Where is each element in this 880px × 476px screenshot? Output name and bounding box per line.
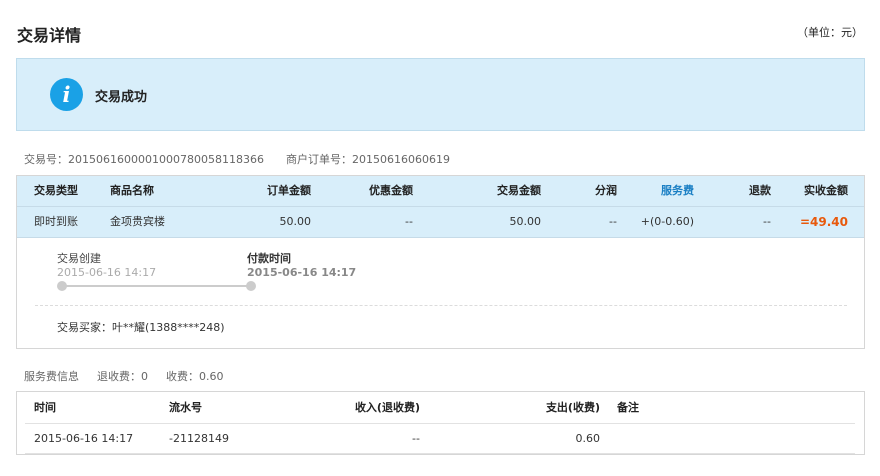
status-banner: i 交易成功 [16, 58, 865, 131]
col-header-type: 交易类型 [34, 184, 78, 197]
cell-income: -- [412, 432, 420, 445]
timeline-step-label: 付款时间 [247, 252, 291, 265]
col-header-service-fee[interactable]: 服务费 [627, 176, 694, 206]
buyer-info: 交易买家：叶**耀(1388****248) [57, 321, 225, 334]
cell-type: 即时到账 [34, 215, 78, 228]
page-title: 交易详情 [17, 26, 82, 45]
timeline-step-label: 交易创建 [57, 252, 101, 265]
col-header-serial: 流水号 [169, 401, 202, 414]
timeline-track [62, 285, 252, 287]
charge-fee: 收费：0.60 [166, 370, 224, 383]
col-header-profit-share: 分润 [595, 184, 617, 197]
col-header-income: 收入(退收费) [354, 401, 420, 414]
merchant-order-number: 商户订单号：20150616060619 [285, 153, 450, 166]
col-header-time: 时间 [34, 401, 56, 414]
divider [35, 305, 847, 306]
cell-time: 2015-06-16 14:17 [34, 432, 134, 445]
order-table-header: 交易类型 商品名称 订单金额 优惠金额 交易金额 分润 服务费 退款 实收金额 [17, 176, 864, 207]
col-header-trade-amount: 交易金额 [497, 184, 541, 197]
timeline-step-time: 2015-06-16 14:17 [57, 266, 157, 279]
table-row: 即时到账 金项贵宾楼 50.00 -- 50.00 -- +(0-0.60) -… [17, 207, 864, 238]
status-text: 交易成功 [95, 90, 148, 105]
fee-info-label: 服务费信息 [24, 370, 79, 383]
col-header-discount: 优惠金额 [369, 184, 413, 197]
cell-serial: -21128149 [169, 432, 229, 445]
col-header-order-amount: 订单金额 [267, 184, 311, 197]
trade-number: 交易号：2015061600001000780058118366 [24, 153, 264, 166]
fee-table: 时间 流水号 收入(退收费) 支出(收费) 备注 2015-06-16 14:1… [16, 391, 865, 455]
fee-table-header: 时间 流水号 收入(退收费) 支出(收费) 备注 [17, 392, 864, 424]
col-header-refund: 退款 [749, 184, 771, 197]
col-header-remark: 备注 [617, 401, 639, 414]
timeline-dot [57, 281, 67, 291]
order-detail-panel: 交易类型 商品名称 订单金额 优惠金额 交易金额 分润 服务费 退款 实收金额 … [16, 175, 865, 349]
cell-refund: -- [763, 215, 771, 228]
timeline-dot [246, 281, 256, 291]
cell-received-total: =49.40 [799, 215, 848, 229]
cell-trade-amount: 50.00 [509, 215, 542, 228]
cell-discount: -- [405, 215, 413, 228]
cell-expense: 0.60 [575, 432, 601, 445]
trade-timeline: 交易创建 2015-06-16 14:17 付款时间 2015-06-16 14… [17, 238, 864, 348]
cell-profit-share: -- [609, 215, 617, 228]
unit-label: （单位：元） [797, 26, 863, 39]
divider [25, 453, 855, 454]
trade-ids: 交易号：2015061600001000780058118366 商户订单号：20… [24, 151, 450, 167]
cell-order-amount: 50.00 [279, 215, 312, 228]
cell-product: 金项贵宾楼 [110, 215, 165, 228]
refund-fee: 退收费：0 [97, 370, 148, 383]
col-header-product: 商品名称 [110, 184, 154, 197]
col-header-received: 实收金额 [804, 184, 848, 197]
cell-service-fee: +(0-0.60) [640, 215, 694, 228]
info-icon: i [50, 78, 83, 111]
table-row: 2015-06-16 14:17 -21128149 -- 0.60 [17, 424, 864, 454]
timeline-step-time: 2015-06-16 14:17 [247, 266, 357, 279]
col-header-expense: 支出(收费) [545, 401, 600, 414]
service-fee-summary: 服务费信息 退收费：0 收费：0.60 [24, 368, 224, 384]
